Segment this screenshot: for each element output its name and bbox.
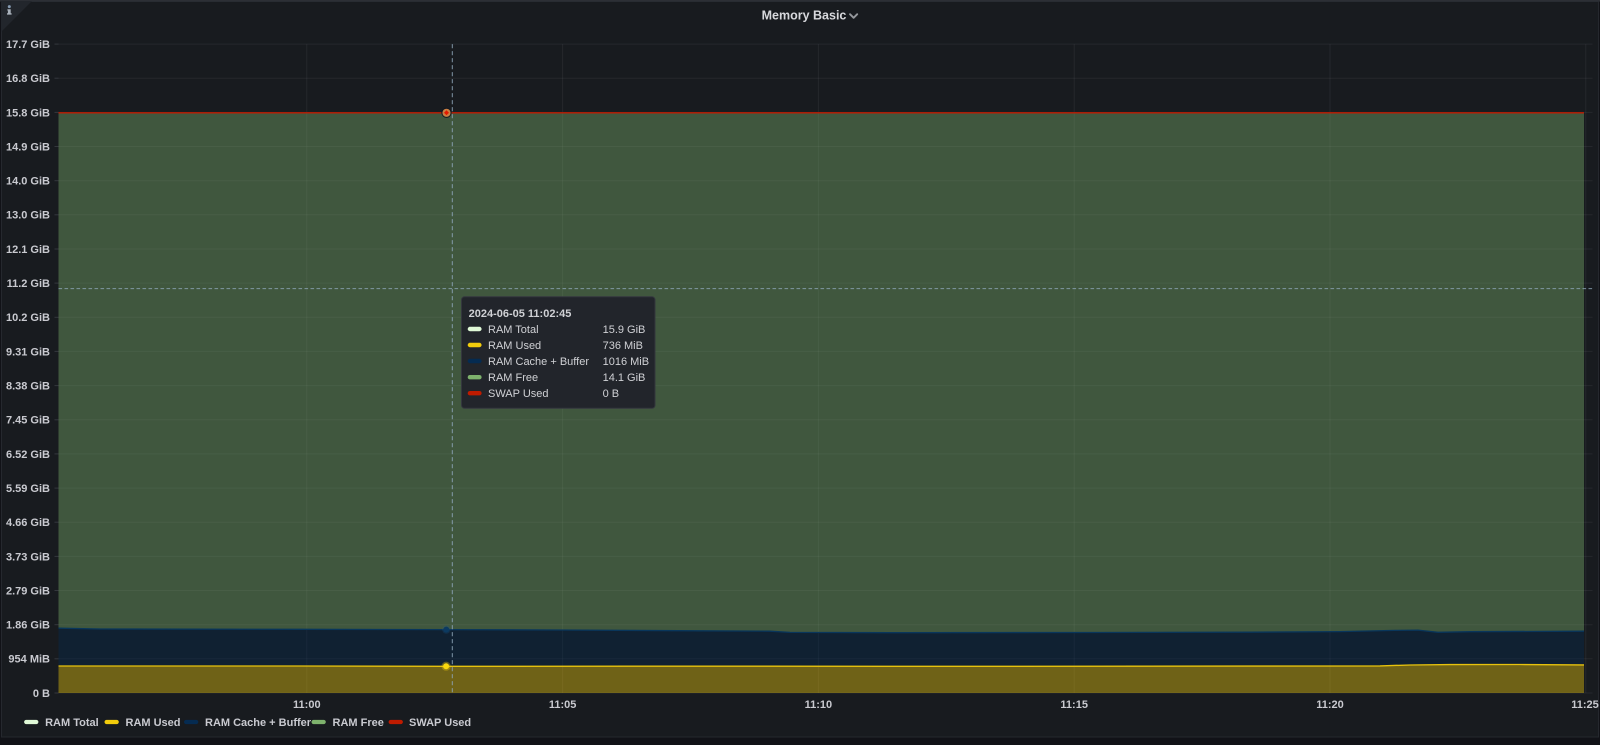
svg-text:11:20: 11:20 [1316,699,1344,711]
svg-text:RAM Total: RAM Total [488,324,539,336]
svg-text:14.9 GiB: 14.9 GiB [6,141,50,153]
svg-text:5.59 GiB: 5.59 GiB [6,483,50,495]
svg-text:4.66 GiB: 4.66 GiB [6,517,50,529]
svg-text:RAM Used: RAM Used [488,340,541,352]
svg-text:1.86 GiB: 1.86 GiB [6,620,50,632]
svg-text:RAM Cache + Buffer: RAM Cache + Buffer [488,356,589,368]
svg-text:736 MiB: 736 MiB [603,340,643,352]
svg-text:2024-06-05 11:02:45: 2024-06-05 11:02:45 [469,308,572,320]
svg-text:16.8 GiB: 16.8 GiB [6,73,50,85]
svg-text:RAM Used: RAM Used [126,717,181,729]
svg-text:11:05: 11:05 [549,699,577,711]
svg-text:RAM Free: RAM Free [488,372,538,384]
svg-text:3.73 GiB: 3.73 GiB [6,551,50,563]
svg-text:2.79 GiB: 2.79 GiB [6,585,50,597]
svg-text:13.0 GiB: 13.0 GiB [6,210,50,222]
svg-text:RAM Total: RAM Total [45,717,99,729]
svg-text:1016 MiB: 1016 MiB [603,356,649,368]
svg-text:RAM Cache + Buffer: RAM Cache + Buffer [205,717,312,729]
svg-text:11:00: 11:00 [293,699,321,711]
svg-text:14.1 GiB: 14.1 GiB [603,372,646,384]
svg-text:15.8 GiB: 15.8 GiB [6,107,50,119]
svg-text:11.2 GiB: 11.2 GiB [7,278,50,290]
svg-text:9.31 GiB: 9.31 GiB [6,346,50,358]
svg-text:10.2 GiB: 10.2 GiB [6,312,50,324]
svg-text:17.7 GiB: 17.7 GiB [6,39,50,51]
svg-text:15.9 GiB: 15.9 GiB [603,324,646,336]
svg-text:8.38 GiB: 8.38 GiB [6,381,50,393]
svg-text:14.0 GiB: 14.0 GiB [6,176,50,188]
svg-text:7.45 GiB: 7.45 GiB [6,415,50,427]
svg-text:0 B: 0 B [33,688,50,700]
svg-text:Memory Basic: Memory Basic [762,9,847,23]
svg-text:11:25: 11:25 [1571,699,1599,711]
svg-text:11:15: 11:15 [1060,699,1088,711]
svg-text:11:10: 11:10 [805,699,833,711]
svg-text:6.52 GiB: 6.52 GiB [6,449,50,461]
svg-text:SWAP Used: SWAP Used [488,388,549,400]
svg-text:954 MiB: 954 MiB [8,654,50,666]
svg-text:SWAP Used: SWAP Used [409,717,471,729]
svg-text:0 B: 0 B [603,388,620,400]
svg-text:RAM Free: RAM Free [333,717,384,729]
svg-text:12.1 GiB: 12.1 GiB [6,244,50,256]
